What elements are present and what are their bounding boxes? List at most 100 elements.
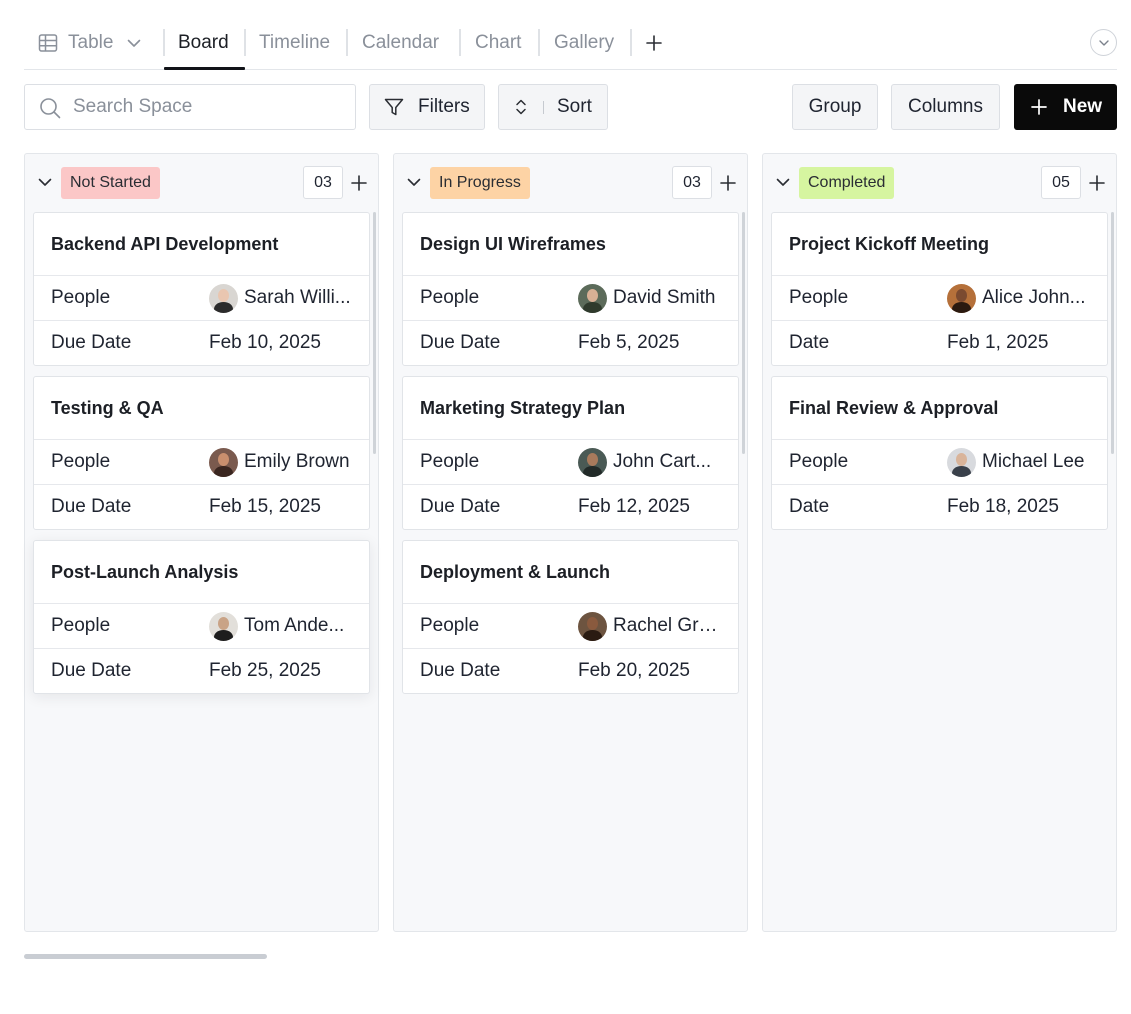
person-name: Michael Lee xyxy=(982,451,1085,472)
table-icon xyxy=(38,33,58,53)
date-value[interactable]: Feb 12, 2025 xyxy=(578,496,722,518)
task-card[interactable]: Backend API Development People Sarah Wil… xyxy=(33,212,370,366)
tab-divider xyxy=(163,29,165,56)
row-label: Due Date xyxy=(420,660,501,681)
card-title: Marketing Strategy Plan xyxy=(420,397,626,418)
active-tab-indicator xyxy=(164,67,245,70)
tab-table[interactable]: Table xyxy=(38,22,142,63)
row-label: People xyxy=(420,287,480,308)
chevron-down-icon[interactable] xyxy=(406,174,422,195)
column-in-progress: In Progress 03 Design UI Wireframes Peop… xyxy=(393,153,748,932)
date-value[interactable]: Feb 5, 2025 xyxy=(578,332,722,354)
column-completed: Completed 05 Project Kickoff Meeting Peo… xyxy=(762,153,1117,932)
date-value[interactable]: Feb 1, 2025 xyxy=(947,332,1091,354)
status-badge: Completed xyxy=(799,167,895,199)
tab-chart[interactable]: Chart xyxy=(475,22,521,63)
chevron-down-icon[interactable] xyxy=(126,35,142,51)
row-label: Due Date xyxy=(51,660,132,681)
filters-button[interactable]: Filters xyxy=(369,84,485,130)
task-card[interactable]: Post-Launch Analysis People Tom Ande... … xyxy=(33,540,370,694)
date-value[interactable]: Feb 20, 2025 xyxy=(578,660,722,682)
tab-divider xyxy=(630,29,632,56)
columns-button[interactable]: Columns xyxy=(891,84,1000,130)
chevron-down-icon[interactable] xyxy=(775,174,791,195)
people-row: People Rachel Gre... xyxy=(403,603,738,648)
new-label: New xyxy=(1063,96,1103,117)
search-input[interactable] xyxy=(73,85,343,129)
tab-divider xyxy=(346,29,348,56)
task-card[interactable]: Final Review & Approval People Michael L… xyxy=(771,376,1108,530)
group-button[interactable]: Group xyxy=(792,84,878,130)
person-value[interactable]: Emily Brown xyxy=(209,447,353,477)
avatar xyxy=(947,283,976,313)
task-card[interactable]: Project Kickoff Meeting People Alice Joh… xyxy=(771,212,1108,366)
add-card-button[interactable] xyxy=(348,172,370,194)
tab-divider xyxy=(538,29,540,56)
column-count: 05 xyxy=(1041,166,1081,199)
people-row: People Michael Lee xyxy=(772,439,1107,484)
search-icon xyxy=(38,96,62,125)
task-card[interactable]: Marketing Strategy Plan People John Cart… xyxy=(402,376,739,530)
avatar xyxy=(578,447,607,477)
column-header: Not Started 03 xyxy=(25,154,378,212)
person-value[interactable]: Tom Ande... xyxy=(209,611,353,641)
column-scrollbar[interactable] xyxy=(1111,212,1114,454)
date-value[interactable]: Feb 18, 2025 xyxy=(947,496,1091,518)
person-value[interactable]: Alice John... xyxy=(947,283,1091,313)
row-label: Date xyxy=(789,496,830,517)
add-view-button[interactable] xyxy=(644,22,664,63)
tab-gallery[interactable]: Gallery xyxy=(554,22,614,63)
status-badge: Not Started xyxy=(61,167,160,199)
filters-label: Filters xyxy=(418,96,470,117)
horizontal-scrollbar[interactable] xyxy=(24,954,267,959)
tab-table-label: Table xyxy=(68,31,114,53)
new-item-button[interactable]: New xyxy=(1014,84,1117,130)
person-value[interactable]: John Cart... xyxy=(578,447,722,477)
date-value[interactable]: Feb 25, 2025 xyxy=(209,660,353,682)
due-date-row: Due Date Feb 10, 2025 xyxy=(34,320,369,365)
add-card-button[interactable] xyxy=(1086,172,1108,194)
person-value[interactable]: Michael Lee xyxy=(947,447,1091,477)
sort-button[interactable]: Sort xyxy=(498,84,608,130)
card-title: Backend API Development xyxy=(51,233,279,254)
avatar xyxy=(209,447,238,477)
date-value[interactable]: Feb 10, 2025 xyxy=(209,332,353,354)
plus-icon xyxy=(719,174,737,192)
chevron-down-icon[interactable] xyxy=(37,174,53,195)
person-value[interactable]: David Smith xyxy=(578,283,722,313)
row-label: Date xyxy=(789,332,830,353)
due-date-row: Due Date Feb 15, 2025 xyxy=(34,484,369,529)
person-value[interactable]: Rachel Gre... xyxy=(578,611,722,641)
card-title: Deployment & Launch xyxy=(420,561,611,582)
avatar xyxy=(209,611,238,641)
date-value[interactable]: Feb 15, 2025 xyxy=(209,496,353,518)
row-label: People xyxy=(51,287,111,308)
column-scrollbar[interactable] xyxy=(742,212,745,454)
sort-label: Sort xyxy=(557,96,592,117)
tab-calendar[interactable]: Calendar xyxy=(362,22,439,63)
row-label: People xyxy=(789,451,849,472)
column-scrollbar[interactable] xyxy=(373,212,376,454)
status-badge: In Progress xyxy=(430,167,530,199)
date-row: Date Feb 18, 2025 xyxy=(772,484,1107,529)
column-count: 03 xyxy=(672,166,712,199)
task-card[interactable]: Testing & QA People Emily Brown Due Date… xyxy=(33,376,370,530)
plus-icon xyxy=(350,174,368,192)
add-card-button[interactable] xyxy=(717,172,739,194)
tab-board[interactable]: Board xyxy=(178,22,229,63)
people-row: People Sarah Willi... xyxy=(34,275,369,320)
people-row: People Emily Brown xyxy=(34,439,369,484)
person-name: Tom Ande... xyxy=(244,615,345,636)
tab-timeline[interactable]: Timeline xyxy=(259,22,330,63)
person-name: Sarah Willi... xyxy=(244,287,351,308)
avatar xyxy=(947,447,976,477)
task-card[interactable]: Deployment & Launch People Rachel Gre...… xyxy=(402,540,739,694)
search-box xyxy=(24,84,356,130)
collapse-toggle-button[interactable] xyxy=(1090,29,1117,56)
people-row: People John Cart... xyxy=(403,439,738,484)
task-card[interactable]: Design UI Wireframes People David Smith … xyxy=(402,212,739,366)
date-row: Date Feb 1, 2025 xyxy=(772,320,1107,365)
person-name: Rachel Gre... xyxy=(613,615,722,636)
people-row: People Tom Ande... xyxy=(34,603,369,648)
person-value[interactable]: Sarah Willi... xyxy=(209,283,353,313)
